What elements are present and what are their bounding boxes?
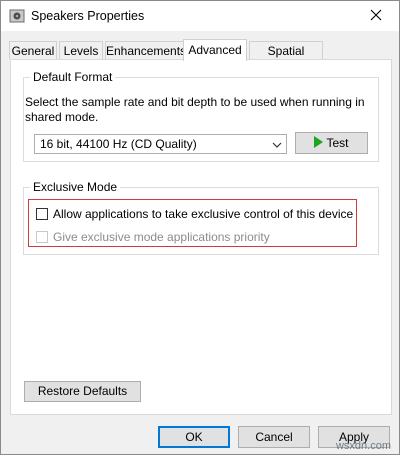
tab-spatial-sound[interactable]: Spatial sound <box>249 41 323 76</box>
format-dropdown-value: 16 bit, 44100 Hz (CD Quality) <box>40 137 197 151</box>
title-bar: Speakers Properties <box>1 1 399 31</box>
chevron-down-icon <box>272 139 282 149</box>
restore-defaults-button[interactable]: Restore Defaults <box>24 381 141 402</box>
speakers-properties-window: Speakers Properties General Levels Enhan… <box>0 0 400 455</box>
allow-exclusive-row[interactable]: Allow applications to take exclusive con… <box>36 207 353 221</box>
format-dropdown[interactable]: 16 bit, 44100 Hz (CD Quality) <box>34 134 287 154</box>
allow-exclusive-checkbox[interactable] <box>36 208 48 220</box>
ok-button[interactable]: OK <box>158 426 230 448</box>
tab-advanced[interactable]: Advanced <box>183 39 247 61</box>
allow-exclusive-label: Allow applications to take exclusive con… <box>53 207 354 221</box>
exclusive-mode-title: Exclusive Mode <box>30 180 121 194</box>
priority-row: Give exclusive mode applications priorit… <box>36 230 270 244</box>
watermark: wsxdn.com <box>335 440 391 452</box>
close-button[interactable] <box>353 1 399 31</box>
cancel-button[interactable]: Cancel <box>238 426 310 448</box>
play-icon <box>314 136 324 148</box>
test-button-label: Test <box>326 136 349 150</box>
close-icon <box>370 9 382 24</box>
speaker-icon <box>9 9 25 23</box>
default-format-description: Select the sample rate and bit depth to … <box>25 95 365 124</box>
default-format-title: Default Format <box>30 70 116 84</box>
test-button[interactable]: Test <box>295 132 368 154</box>
tab-levels[interactable]: Levels <box>59 41 103 59</box>
priority-checkbox <box>36 231 48 243</box>
window-title: Speakers Properties <box>31 9 145 23</box>
tab-general[interactable]: General <box>9 41 57 59</box>
priority-label: Give exclusive mode applications priorit… <box>53 230 270 244</box>
tab-enhancements[interactable]: Enhancements <box>105 41 187 59</box>
